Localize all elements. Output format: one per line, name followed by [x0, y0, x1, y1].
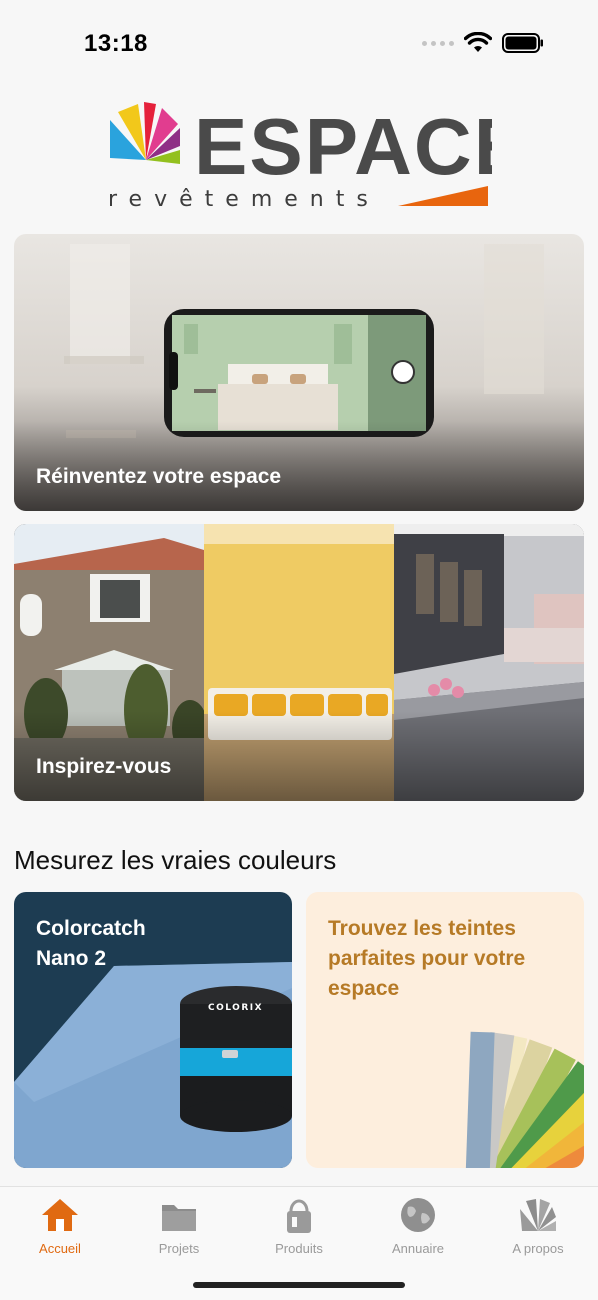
signal-dots-icon [422, 40, 454, 46]
folder-icon [162, 1205, 196, 1231]
tab-annuaire[interactable]: Annuaire [358, 1195, 478, 1256]
colorix-brand: COLORIX [208, 1003, 263, 1013]
paint-bucket-icon [287, 1199, 311, 1233]
logo-fan-icon [520, 1199, 556, 1231]
tab-label-produits: Produits [275, 1241, 323, 1256]
tab-a-propos[interactable]: A propos [478, 1195, 598, 1256]
tab-label-a-propos: A propos [512, 1241, 564, 1256]
teintes-title: Trouvez les teintes parfaites pour votre… [328, 917, 526, 1000]
colorcatch-title: Colorcatch Nano 2 [36, 917, 146, 970]
reinventez-card[interactable]: Réinventez votre espace [14, 234, 584, 511]
logo-tagline: revêtements [108, 187, 380, 210]
inspirez-vous-caption: Inspirez-vous [36, 755, 172, 778]
section-title: Mesurez les vraies couleurs [14, 845, 337, 875]
battery-icon [502, 33, 543, 53]
teintes-card[interactable]: Trouvez les teintes parfaites pour votre… [306, 892, 584, 1168]
inspirez-vous-card[interactable]: Inspirez-vous [14, 524, 584, 801]
tab-label-annuaire: Annuaire [391, 1241, 445, 1256]
wifi-icon [464, 32, 492, 52]
espace-revetements-logo: ESPACE revêtements [108, 98, 527, 212]
reinventez-caption: Réinventez votre espace [36, 465, 282, 488]
phone-mockup [164, 309, 434, 437]
home-indicator [193, 1282, 405, 1288]
tab-produits[interactable]: Produits [239, 1195, 359, 1256]
tab-label-projets: Projets [158, 1241, 200, 1256]
tab-accueil[interactable]: Accueil [0, 1195, 120, 1256]
tab-label-accueil: Accueil [39, 1241, 81, 1256]
status-bar: 13:18 [0, 0, 598, 88]
home-icon [42, 1199, 78, 1231]
tab-projets[interactable]: Projets [119, 1195, 239, 1256]
globe-icon [401, 1198, 435, 1232]
status-icons [422, 32, 544, 54]
logo-word: ESPACE [194, 102, 492, 191]
status-time: 13:18 [84, 30, 148, 57]
colorcatch-card[interactable]: Colorcatch Nano 2 COLORIX [14, 892, 292, 1168]
